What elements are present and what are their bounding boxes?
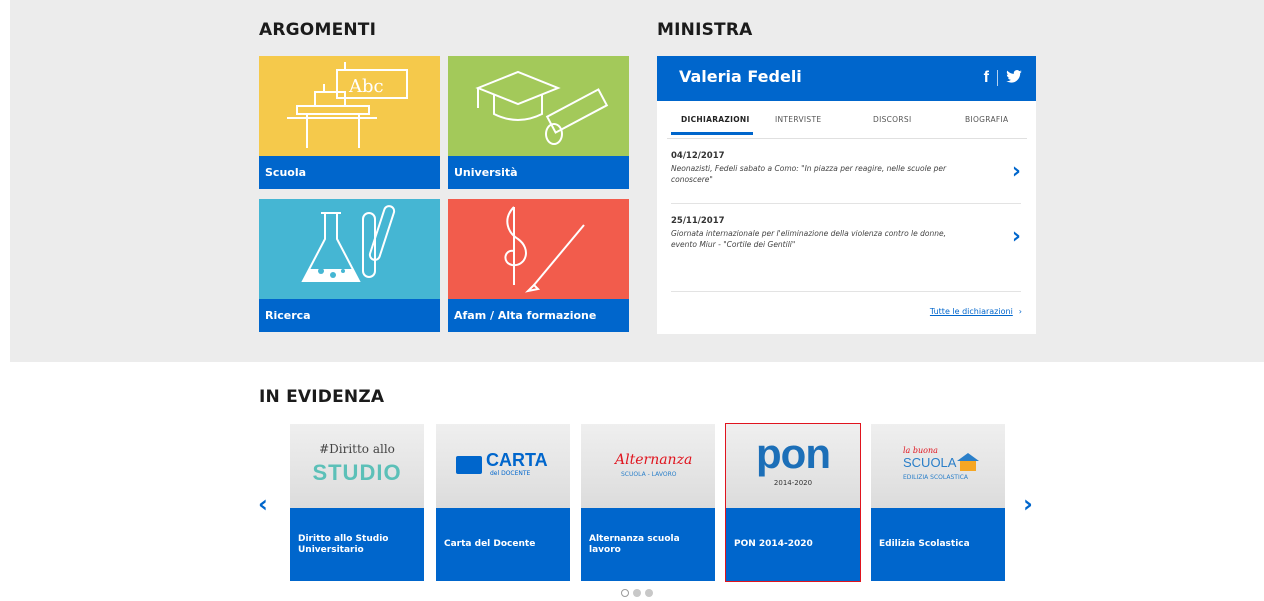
tile-afam[interactable]: Afam / Alta formazione (448, 199, 629, 332)
tile-label: Ricerca (259, 299, 440, 332)
top-band (10, 0, 1264, 362)
carousel-dot[interactable] (621, 589, 629, 597)
abc-text: Abc (348, 76, 384, 97)
all-declarations-label: Tutte le dichiarazioni (929, 307, 1013, 316)
ministra-name[interactable]: Valeria Fedeli (679, 67, 802, 86)
ministra-card: Valeria Fedeli f DICHIARAZIONI INTERVIST… (657, 56, 1036, 334)
tab-discorsi[interactable]: DISCORSI (873, 115, 911, 124)
social-links: f (984, 68, 1022, 87)
chevron-right-icon[interactable]: › (1012, 224, 1021, 249)
card-icon (456, 456, 482, 474)
flask-icon (259, 199, 440, 299)
tile-universita[interactable]: Università (448, 56, 629, 189)
card-label: PON 2014-2020 (726, 508, 860, 581)
tile-label: Università (448, 156, 629, 189)
card-label: Diritto allo Studio Universitario (290, 508, 424, 581)
carousel-next-button[interactable]: › (1023, 490, 1033, 518)
carta-docente-logo: CARTA del DOCENTE (436, 424, 570, 508)
declaration-date: 25/11/2017 (671, 216, 725, 226)
declaration-text: Giornata internazionale per l'eliminazio… (671, 229, 946, 249)
ministra-tabs: DICHIARAZIONI INTERVISTE DISCORSI BIOGRA… (667, 102, 1027, 139)
logo-top-text: pon (756, 430, 831, 477)
scuola-illustration: Abc (259, 56, 440, 156)
declaration-text: Neonazisti, Fedeli sabato a Como: "In pi… (671, 164, 947, 184)
house-icon (957, 453, 979, 475)
tile-label: Afam / Alta formazione (448, 299, 629, 332)
chevron-right-icon: › (1018, 307, 1022, 316)
facebook-icon[interactable]: f (984, 69, 989, 87)
logo-mid-text: SCUOLA (903, 455, 957, 470)
tile-ricerca[interactable]: Ricerca (259, 199, 440, 332)
logo-top-text: #Diritto allo (319, 442, 395, 456)
tab-dichiarazioni[interactable]: DICHIARAZIONI (681, 115, 750, 124)
evidenza-title: IN EVIDENZA (259, 387, 385, 407)
all-declarations-link[interactable]: Tutte le dichiarazioni › (930, 307, 1022, 316)
graduation-cap-icon (448, 56, 629, 156)
carousel-dots (621, 589, 653, 597)
evidenza-card-alternanza[interactable]: Alternanza SCUOLA - LAVORO Alternanza sc… (581, 424, 715, 581)
ministra-header: Valeria Fedeli f (657, 56, 1036, 101)
tab-interviste[interactable]: INTERVISTE (775, 115, 821, 124)
active-tab-indicator (671, 132, 753, 135)
logo-bottom-text: 2014-2020 (773, 479, 813, 487)
twitter-icon[interactable] (1006, 68, 1022, 87)
card-label: Alternanza scuola lavoro (581, 508, 715, 581)
evidenza-card-carta-docente[interactable]: CARTA del DOCENTE Carta del Docente (436, 424, 570, 581)
logo-bottom-text: del DOCENTE (490, 470, 531, 477)
logo-bottom-text: SCUOLA - LAVORO (621, 471, 677, 478)
declaration-item[interactable]: 25/11/2017 Giornata internazionale per l… (671, 216, 1021, 250)
card-label: Edilizia Scolastica (871, 508, 1005, 581)
diritto-studio-logo: #Diritto allo STUDIO (290, 424, 424, 508)
card-label: Carta del Docente (436, 508, 570, 581)
carousel-prev-button[interactable]: ‹ (258, 490, 268, 518)
logo-top-text: CARTA (486, 450, 548, 470)
edilizia-logo: la buona SCUOLA EDILIZIA SCOLASTICA (871, 424, 1005, 508)
social-divider (997, 69, 998, 86)
tab-biografia[interactable]: BIOGRAFIA (965, 115, 1008, 124)
chevron-right-icon[interactable]: › (1012, 159, 1021, 184)
logo-top-text: la buona (903, 446, 938, 455)
divider (671, 291, 1021, 292)
pon-logo: pon 2014-2020 (726, 424, 860, 508)
logo-bottom-text: STUDIO (312, 460, 402, 485)
evidenza-card-pon[interactable]: pon 2014-2020 PON 2014-2020 (725, 423, 861, 582)
tile-label: Scuola (259, 156, 440, 189)
tile-scuola[interactable]: Abc Scuola (259, 56, 440, 189)
declaration-item[interactable]: 04/12/2017 Neonazisti, Fedeli sabato a C… (671, 151, 1021, 185)
carousel-dot[interactable] (645, 589, 653, 597)
evidenza-card-edilizia[interactable]: la buona SCUOLA EDILIZIA SCOLASTICA Edil… (871, 424, 1005, 581)
divider (671, 203, 1021, 204)
ministra-title: MINISTRA (657, 20, 753, 40)
logo-top-text: Alternanza (615, 452, 693, 468)
logo-bottom-text: EDILIZIA SCOLASTICA (903, 474, 969, 481)
evidenza-card-diritto-studio[interactable]: #Diritto allo STUDIO Diritto allo Studio… (290, 424, 424, 581)
treble-clef-brush-icon (448, 199, 629, 299)
alternanza-logo: Alternanza SCUOLA - LAVORO (581, 424, 715, 508)
argomenti-title: ARGOMENTI (259, 20, 377, 40)
declaration-date: 04/12/2017 (671, 151, 725, 161)
carousel-dot[interactable] (633, 589, 641, 597)
